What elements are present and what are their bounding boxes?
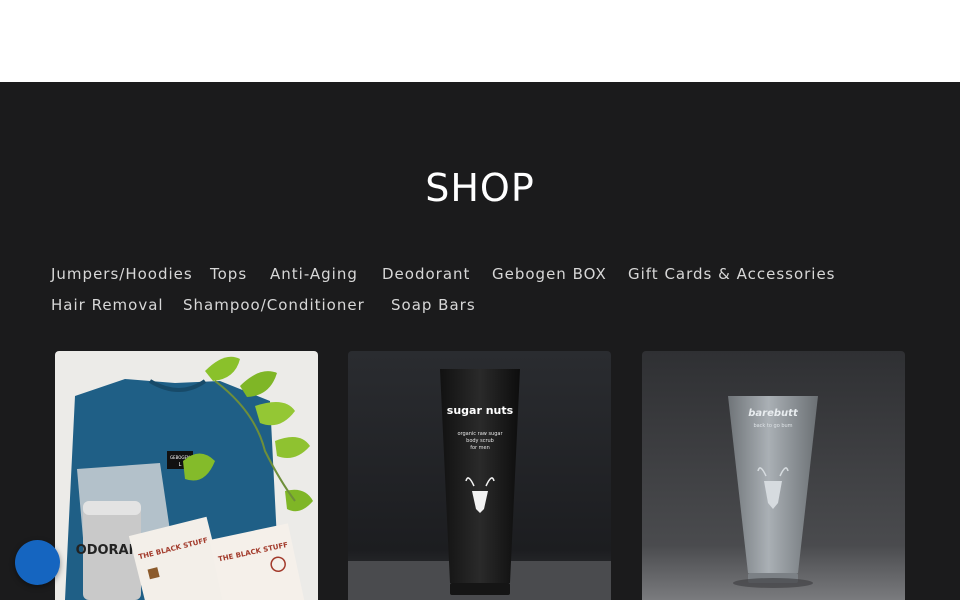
product-card-barebutt[interactable]: barebutt back to go bum	[642, 351, 905, 600]
category-gebogen-box[interactable]: Gebogen BOX	[492, 265, 607, 283]
category-anti-aging[interactable]: Anti-Aging	[270, 265, 358, 283]
sugar-nuts-line2: body scrub	[466, 438, 494, 444]
category-gift-cards-accessories[interactable]: Gift Cards & Accessories	[628, 265, 836, 283]
product-card-sugar-nuts[interactable]: sugar nuts organic raw sugar body scrub …	[348, 351, 611, 600]
product-image-box-set: GEBOGEN L ODORANT THE BLACK STUFF THE BL…	[55, 351, 318, 600]
product-card-box-set[interactable]: GEBOGEN L ODORANT THE BLACK STUFF THE BL…	[55, 351, 318, 600]
shop-title: SHOP	[425, 166, 535, 210]
category-deodorant[interactable]: Deodorant	[382, 265, 470, 283]
shop-section: SHOP Jumpers/Hoodies Tops Anti-Aging Deo…	[0, 82, 960, 600]
category-tops[interactable]: Tops	[210, 265, 247, 283]
sugar-nuts-line1: organic raw sugar	[457, 431, 503, 437]
chat-button[interactable]	[15, 540, 60, 585]
product-image-sugar-nuts: sugar nuts organic raw sugar body scrub …	[348, 351, 611, 600]
category-hair-removal[interactable]: Hair Removal	[51, 296, 164, 314]
sweater-size-label: L	[179, 462, 182, 468]
barebutt-line1: back to go bum	[753, 423, 792, 429]
category-soap-bars[interactable]: Soap Bars	[391, 296, 476, 314]
sugar-nuts-brand: sugar nuts	[447, 404, 514, 417]
sugar-nuts-line3: for men	[470, 445, 490, 451]
product-image-barebutt: barebutt back to go bum	[642, 351, 905, 600]
top-white-strip	[0, 0, 960, 82]
category-jumpers-hoodies[interactable]: Jumpers/Hoodies	[51, 265, 193, 283]
category-shampoo-conditioner[interactable]: Shampoo/Conditioner	[183, 296, 365, 314]
barebutt-brand: barebutt	[748, 408, 799, 419]
